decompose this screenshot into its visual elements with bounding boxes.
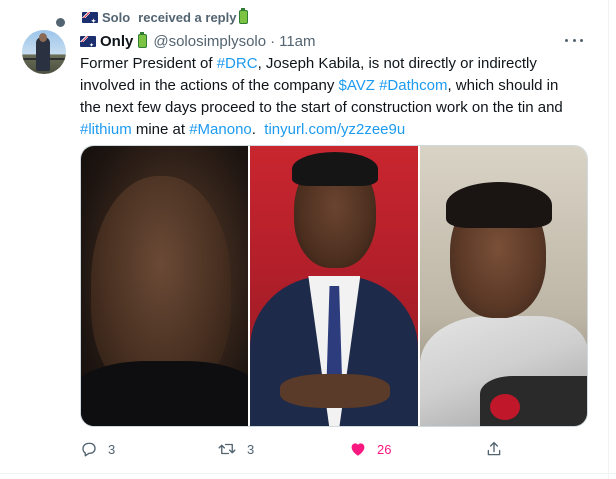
share-icon bbox=[485, 440, 503, 458]
text-fragment: . bbox=[251, 121, 265, 138]
australia-flag-icon bbox=[82, 11, 98, 23]
display-name[interactable]: Only bbox=[100, 33, 133, 50]
context-dot-icon bbox=[56, 18, 65, 27]
hashtag-drc[interactable]: #DRC bbox=[217, 55, 258, 72]
tweet-timestamp[interactable]: 11am bbox=[279, 33, 315, 50]
avatar[interactable] bbox=[22, 30, 66, 74]
photo-hands bbox=[280, 374, 391, 408]
context-user-name[interactable]: Solo bbox=[102, 10, 130, 25]
reply-button[interactable]: 3 bbox=[80, 438, 115, 460]
text-fragment: involved in the actions of the company bbox=[80, 77, 339, 94]
avatar-head bbox=[39, 33, 47, 42]
battery-icon bbox=[239, 8, 249, 24]
more-dot bbox=[580, 38, 583, 42]
hashtag-lithium[interactable]: #lithium bbox=[80, 121, 132, 138]
photo-woman-portrait[interactable] bbox=[419, 146, 587, 426]
tweet-text-line: involved in the actions of the company $… bbox=[80, 75, 600, 97]
text-fragment: Former President of bbox=[80, 55, 217, 72]
tweet-header: Only @solosimplysolo · 11am bbox=[80, 32, 316, 50]
photo-hair bbox=[445, 182, 552, 228]
like-icon bbox=[349, 440, 367, 458]
australia-flag-icon bbox=[80, 35, 96, 47]
social-context[interactable]: Solo received a reply bbox=[56, 8, 249, 27]
tinyurl-link[interactable]: tinyurl.com/yz2zee9u bbox=[264, 121, 405, 138]
retweet-count: 3 bbox=[247, 441, 255, 457]
photo-flower bbox=[489, 394, 520, 420]
more-dot bbox=[565, 38, 568, 42]
tweet-text-line: #lithium mine at #Manono. tinyurl.com/yz… bbox=[80, 119, 600, 141]
share-button[interactable] bbox=[485, 438, 503, 460]
photo-man-portrait[interactable] bbox=[81, 146, 249, 426]
header-separator: · bbox=[270, 32, 276, 50]
tweet-text: Former President of #DRC, Joseph Kabila,… bbox=[80, 53, 600, 141]
text-fragment: , Joseph Kabila, is not directly or indi… bbox=[257, 55, 537, 72]
text-fragment: , which should in bbox=[447, 77, 559, 94]
reply-icon bbox=[80, 440, 98, 458]
photo-shirt bbox=[81, 361, 249, 426]
photo-hair bbox=[292, 152, 379, 186]
column-border bbox=[608, 0, 616, 479]
more-options-icon[interactable] bbox=[565, 33, 583, 47]
tweet-text-line: the next few days proceed to the start o… bbox=[80, 99, 563, 116]
retweet-button[interactable]: 3 bbox=[217, 438, 254, 460]
text-fragment: mine at bbox=[131, 121, 190, 138]
media-grid bbox=[80, 145, 588, 427]
context-suffix: received a reply bbox=[138, 9, 237, 25]
avatar-person bbox=[36, 37, 50, 71]
reply-count: 3 bbox=[108, 441, 116, 457]
like-button[interactable]: 26 bbox=[349, 438, 391, 460]
tweet-actions: 3 3 26 bbox=[80, 438, 510, 460]
hashtag-dathcom[interactable]: #Dathcom bbox=[379, 77, 447, 94]
like-count: 26 bbox=[377, 441, 392, 457]
retweet-icon bbox=[217, 440, 237, 458]
tweet-card[interactable]: Solo received a reply Only @solosimplyso… bbox=[0, 0, 607, 472]
cashtag-avz[interactable]: $AVZ bbox=[339, 77, 375, 94]
more-dot bbox=[572, 38, 576, 42]
tweet-text-line: Former President of #DRC, Joseph Kabila,… bbox=[80, 53, 600, 75]
user-handle[interactable]: @solosimplysolo bbox=[153, 33, 266, 50]
battery-icon bbox=[138, 32, 148, 48]
hashtag-manono[interactable]: #Manono bbox=[189, 121, 252, 138]
photo-man-in-suit[interactable] bbox=[250, 146, 418, 426]
bottom-border bbox=[0, 473, 616, 479]
